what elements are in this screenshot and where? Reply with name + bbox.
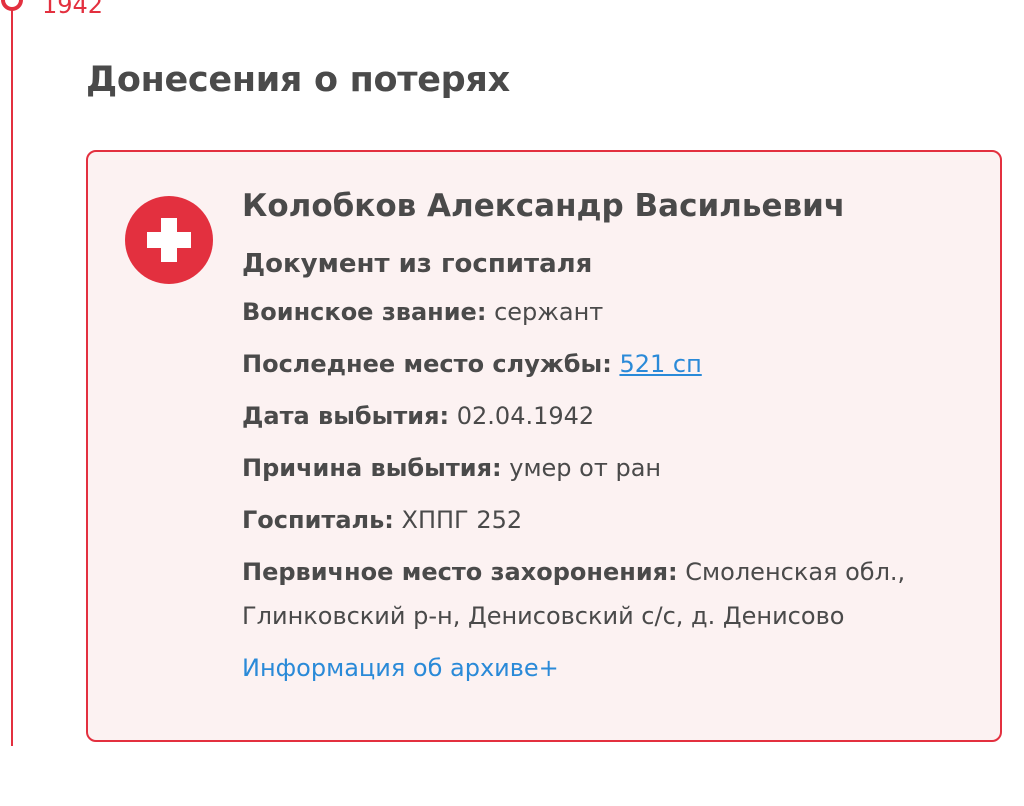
loss-report-card: Колобков Александр Васильевич Документ и… [86,150,1002,742]
field-label: Первичное место захоронения: [242,558,678,586]
field-label: Причина выбытия: [242,454,502,482]
field-departure-date: Дата выбытия: 02.04.1942 [242,394,962,438]
timeline-dot [1,0,23,11]
unit-link[interactable]: 521 сп [619,350,701,378]
field-value: ХППГ 252 [401,506,523,534]
document-type: Документ из госпиталя [242,249,593,279]
field-label: Госпиталь: [242,506,394,534]
field-last-service: Последнее место службы: 521 сп [242,342,962,386]
field-label: Последнее место службы: [242,350,612,378]
card-content: Колобков Александр Васильевич Документ и… [242,180,962,690]
field-label: Воинское звание: [242,298,487,326]
medical-cross-icon [125,196,213,284]
field-value: умер от ран [509,454,662,482]
field-label: Дата выбытия: [242,402,450,430]
field-value: сержант [494,298,604,326]
field-hospital: Госпиталь: ХППГ 252 [242,498,962,542]
timeline-year: 1942 [42,0,104,19]
field-value: 02.04.1942 [456,402,595,430]
field-burial-place: Первичное место захоронения: Смоленская … [242,550,962,638]
page: 1942 Донесения о потерях Колобков Алекса… [0,0,1024,806]
timeline-line [11,0,13,746]
field-departure-reason: Причина выбытия: умер от ран [242,446,962,490]
archive-info-link[interactable]: Информация об архиве+ [242,646,559,690]
person-name: Колобков Александр Васильевич [242,188,846,224]
section-title: Донесения о потерях [86,60,510,100]
field-rank: Воинское звание: сержант [242,290,962,334]
